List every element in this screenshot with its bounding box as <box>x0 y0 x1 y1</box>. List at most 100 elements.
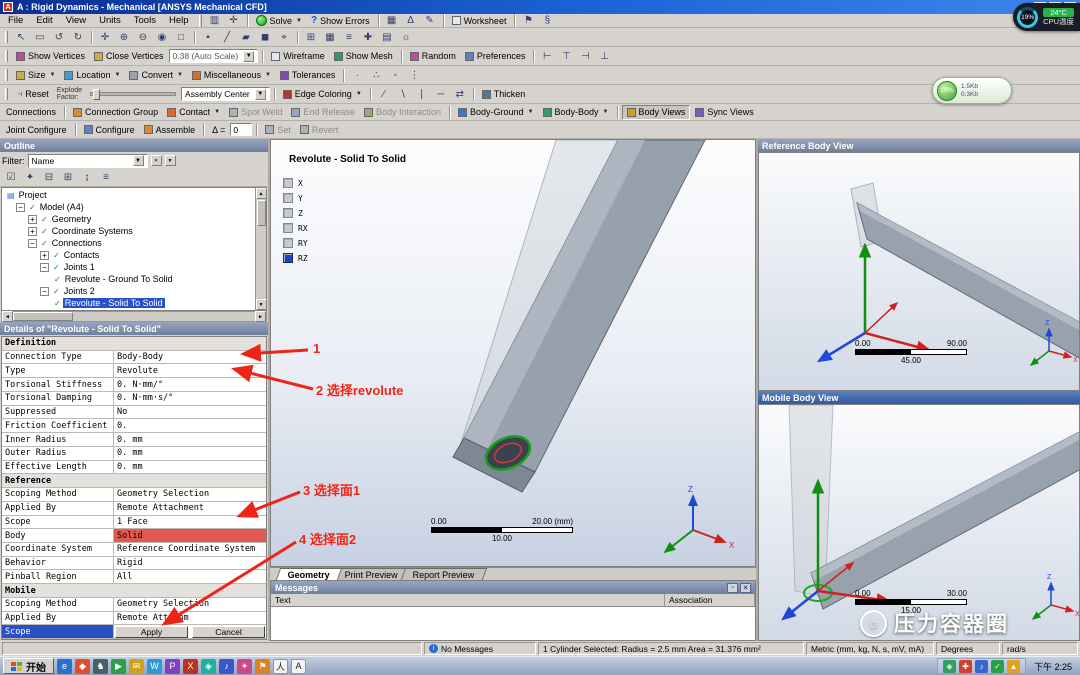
tree-item-geometry[interactable]: +✓Geometry <box>2 213 255 225</box>
details-row-outer-radius[interactable]: Outer Radius0. mm <box>2 447 266 461</box>
dof-rx[interactable]: RX <box>283 223 308 233</box>
tree-horizontal-scrollbar[interactable]: ◄ ► <box>1 311 267 322</box>
contact-dropdown[interactable]: Contact▼ <box>163 105 224 120</box>
scroll-right-icon[interactable]: ► <box>255 311 266 322</box>
checkbox-icon[interactable] <box>283 193 293 203</box>
checkbox-icon[interactable] <box>283 178 293 188</box>
tree-item-model[interactable]: −✓Model (A4) <box>2 201 255 213</box>
wireframe-button[interactable]: Wireframe <box>267 49 329 64</box>
tolerances-button[interactable]: Tolerances <box>276 68 340 83</box>
tray-icon[interactable]: ✚ <box>959 660 972 673</box>
box-select-icon[interactable]: ▭ <box>31 30 49 45</box>
dof-y[interactable]: Y <box>283 193 308 203</box>
set-button[interactable]: Set <box>261 122 295 137</box>
worksheet-button[interactable]: Worksheet <box>448 13 511 28</box>
close-vertices-button[interactable]: Close Vertices <box>90 49 168 64</box>
mobile-view-canvas[interactable]: Z X 0.0030.00 15.00 <box>758 404 1080 641</box>
beam-section-icon[interactable]: ⊤ <box>557 49 575 64</box>
scrollbar-thumb[interactable] <box>13 312 73 321</box>
taskbar-clock[interactable]: 下午 2:25 <box>1029 660 1077 673</box>
details-header[interactable]: Details of "Revolute - Solid To Solid" <box>0 322 268 335</box>
show-errors-button[interactable]: ?Show Errors <box>307 13 374 28</box>
redo-icon[interactable]: ↻ <box>69 30 87 45</box>
lighting-icon[interactable]: ☼ <box>397 30 415 45</box>
snap-icon[interactable]: ⌖ <box>275 30 293 45</box>
ime-mode-icon[interactable]: A <box>291 659 306 674</box>
details-row-inner-radius[interactable]: Inner Radius0. mm <box>2 433 266 447</box>
mail-icon[interactable]: ✉ <box>129 659 144 674</box>
show-vertices-button[interactable]: Show Vertices <box>12 49 89 64</box>
beam-section-icon[interactable]: ⊣ <box>576 49 594 64</box>
details-row-friction-coefficient[interactable]: Friction Coefficient0. <box>2 419 266 433</box>
size-dropdown[interactable]: Size▼ <box>12 68 59 83</box>
expander-icon[interactable]: − <box>40 263 49 272</box>
app-icon[interactable]: ♞ <box>93 659 108 674</box>
details-row-mob-applied-by[interactable]: Applied ByRemote Attachm <box>2 612 266 626</box>
model-canvas[interactable]: Z X <box>271 140 756 567</box>
details-row-ref-body[interactable]: BodySolid <box>2 529 266 543</box>
reset-button[interactable]: ⊣Reset <box>12 87 53 102</box>
worksheet-grid-icon[interactable]: ▥ <box>206 13 224 28</box>
edge-direction-icon[interactable]: ∖ <box>394 87 412 102</box>
delta-icon[interactable]: Δ <box>402 13 420 28</box>
list-icon[interactable]: ≡ <box>340 30 358 45</box>
tree-item-revolute-ground[interactable]: ✓Revolute - Ground To Solid <box>2 273 255 285</box>
flip-edges-icon[interactable]: ⇄ <box>451 87 469 102</box>
configure-button[interactable]: Configure <box>80 122 139 137</box>
filter-combobox[interactable]: Name▼ <box>28 154 148 168</box>
details-row-mob-scoping-method[interactable]: Scoping MethodGeometry Selection <box>2 598 266 612</box>
end-release-button[interactable]: End Release <box>287 105 359 120</box>
music-icon[interactable]: ♪ <box>219 659 234 674</box>
app-icon[interactable]: ✦ <box>237 659 252 674</box>
tree-item-joints-1[interactable]: −✓Joints 1 <box>2 261 255 273</box>
expand-all-icon[interactable]: ⊞ <box>59 170 77 185</box>
beam-top-face[interactable] <box>857 203 1080 331</box>
slider-thumb[interactable] <box>93 89 100 100</box>
isometric-view-icon[interactable]: ⊞ <box>302 30 320 45</box>
zoom-in-icon[interactable]: ⊕ <box>115 30 133 45</box>
menu-edit[interactable]: Edit <box>30 14 58 27</box>
toolbar-grip[interactable] <box>5 50 8 62</box>
details-row-behavior[interactable]: BehaviorRigid <box>2 557 266 571</box>
miscellaneous-dropdown[interactable]: Miscellaneous▼ <box>188 68 275 83</box>
face-filter-icon[interactable]: ▰ <box>237 30 255 45</box>
outline-header[interactable]: Outline <box>0 139 268 152</box>
details-row-torsional-damping[interactable]: Torsional Damping0. N·mm·s/° <box>2 392 266 406</box>
beam-top-face[interactable] <box>811 431 1080 581</box>
menu-file[interactable]: File <box>2 14 29 27</box>
beam-section-icon[interactable]: ⊥ <box>595 49 613 64</box>
status-units[interactable]: Metric (mm, kg, N, s, mV, mA) <box>806 642 934 655</box>
expander-icon[interactable]: + <box>40 251 49 260</box>
vertex-column-icon[interactable]: ⋮ <box>405 68 423 83</box>
vertex-dots-icon[interactable]: ∙ <box>348 68 366 83</box>
zoom-box-icon[interactable]: ◉ <box>153 30 171 45</box>
dof-z[interactable]: Z <box>283 208 308 218</box>
menu-units[interactable]: Units <box>93 14 127 27</box>
cpu-temp-widget[interactable]: 19% 24°C CPU温度 <box>1013 3 1080 31</box>
details-row-pinball-region[interactable]: Pinball RegionAll <box>2 570 266 584</box>
assemble-button[interactable]: Assemble <box>140 122 200 137</box>
tree-item-revolute-solid[interactable]: ✓Revolute - Solid To Solid <box>2 297 255 309</box>
explode-factor-slider[interactable] <box>90 92 176 96</box>
toolbar-grip[interactable] <box>5 88 8 100</box>
body-filter-icon[interactable]: ◼ <box>256 30 274 45</box>
details-row-type[interactable]: TypeRevolute <box>2 364 266 378</box>
tree-sort-icon[interactable]: ↨ <box>78 170 96 185</box>
status-messages[interactable]: iNo Messages <box>424 642 536 655</box>
edge-direction-icon[interactable]: ∕ <box>375 87 393 102</box>
scroll-down-icon[interactable]: ▼ <box>256 299 267 310</box>
tree-list-icon[interactable]: ≡ <box>97 170 115 185</box>
spot-weld-button[interactable]: Spot Weld <box>225 105 286 120</box>
excel-icon[interactable]: X <box>183 659 198 674</box>
antivirus-shield-icon[interactable]: ✓ <box>991 660 1004 673</box>
wireframe-mode-icon[interactable]: ▦ <box>321 30 339 45</box>
app-icon[interactable]: ◈ <box>201 659 216 674</box>
zoom-out-icon[interactable]: ⊖ <box>134 30 152 45</box>
mobile-view-header[interactable]: Mobile Body View <box>758 391 1080 404</box>
app-icon[interactable]: ⚑ <box>255 659 270 674</box>
tree-check-icon[interactable]: ☑ <box>2 170 20 185</box>
delta-input[interactable]: 0 <box>230 123 252 136</box>
add-icon[interactable]: ✚ <box>359 30 377 45</box>
toolbar-grip[interactable] <box>199 15 202 27</box>
edit-icon[interactable]: ✎ <box>421 13 439 28</box>
